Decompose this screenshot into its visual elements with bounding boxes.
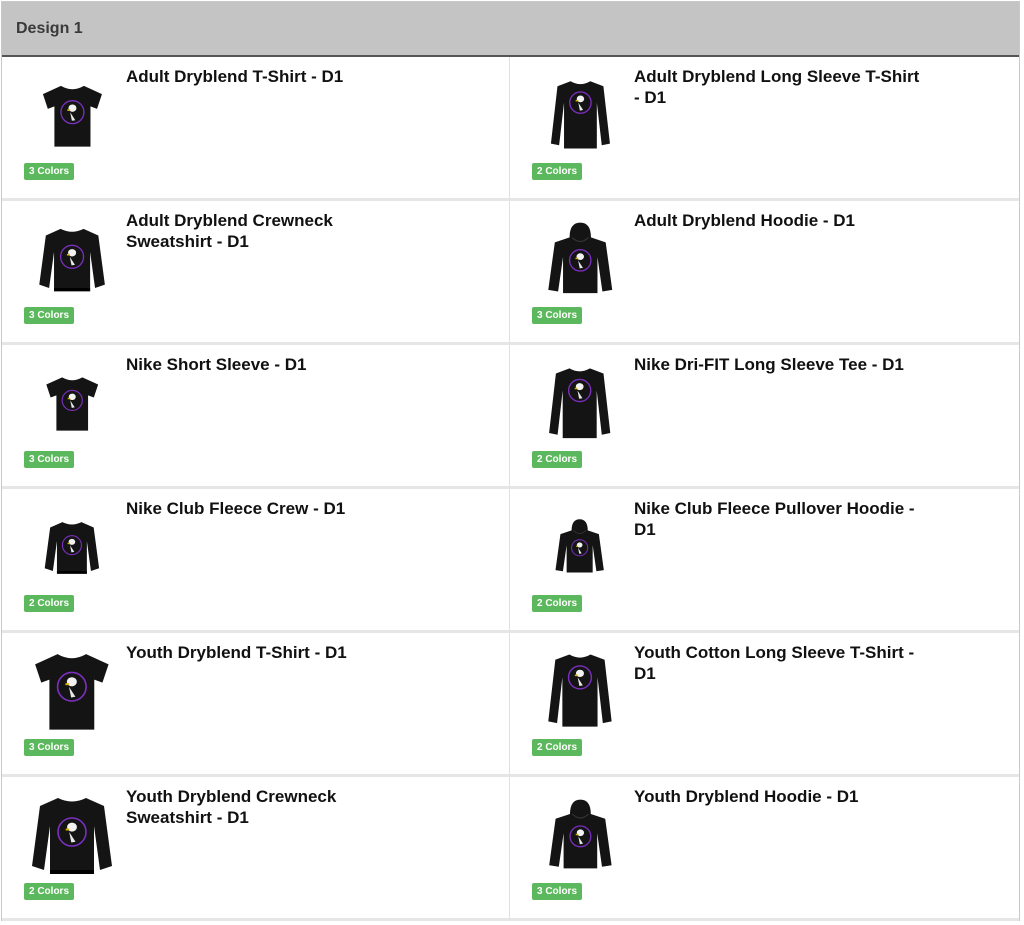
- product-card[interactable]: Nike Club Fleece Crew - D1 2 Colors: [2, 489, 510, 633]
- colors-badge: 3 Colors: [24, 451, 75, 468]
- product-card[interactable]: Youth Dryblend T-Shirt - D1 3 Colors: [2, 633, 510, 777]
- colors-badge: 3 Colors: [532, 307, 583, 324]
- product-image[interactable]: [24, 787, 120, 883]
- product-card[interactable]: Youth Dryblend Hoodie - D1 3 Colors: [510, 777, 1019, 921]
- product-image[interactable]: [24, 643, 120, 739]
- product-title[interactable]: Youth Dryblend T-Shirt - D1: [126, 642, 386, 663]
- colors-badge: 2 Colors: [532, 163, 583, 180]
- crewneck-icon: [44, 521, 100, 574]
- product-title[interactable]: Youth Dryblend Hoodie - D1: [634, 786, 924, 807]
- colors-badge: 3 Colors: [24, 739, 75, 756]
- product-card[interactable]: Nike Club Fleece Pullover Hoodie - D1 2 …: [510, 489, 1019, 633]
- product-card[interactable]: Adult Dryblend Long Sleeve T-Shirt - D1 …: [510, 57, 1019, 201]
- product-title[interactable]: Adult Dryblend Hoodie - D1: [634, 210, 924, 231]
- product-image[interactable]: [24, 355, 120, 451]
- colors-badge: 2 Colors: [532, 451, 583, 468]
- panel-header: Design 1: [2, 2, 1019, 57]
- product-image[interactable]: [24, 499, 120, 595]
- colors-badge: 2 Colors: [532, 739, 583, 756]
- tshirt-icon: [35, 654, 109, 730]
- hoodie-icon: [555, 519, 605, 574]
- product-image[interactable]: [532, 787, 628, 883]
- product-title[interactable]: Adult Dryblend Crewneck Sweatshirt - D1: [126, 210, 386, 252]
- product-card[interactable]: Youth Cotton Long Sleeve T-Shirt - D1 2 …: [510, 633, 1019, 777]
- product-grid: Adult Dryblend T-Shirt - D1 3 Colors Adu…: [2, 57, 1019, 921]
- hoodie-icon: [548, 799, 612, 869]
- colors-badge: 3 Colors: [24, 307, 75, 324]
- product-card[interactable]: Adult Dryblend Crewneck Sweatshirt - D1 …: [2, 201, 510, 345]
- product-image[interactable]: [532, 211, 628, 307]
- panel-title: Design 1: [16, 19, 83, 37]
- colors-badge: 3 Colors: [24, 163, 75, 180]
- product-title[interactable]: Nike Short Sleeve - D1: [126, 354, 386, 375]
- colors-badge: 3 Colors: [532, 883, 583, 900]
- hoodie-icon: [548, 222, 612, 294]
- design-panel: Design 1 Adult Dryblend T-Shirt - D1 3 C…: [1, 1, 1020, 921]
- product-card[interactable]: Adult Dryblend Hoodie - D1 3 Colors: [510, 201, 1019, 345]
- colors-badge: 2 Colors: [24, 883, 75, 900]
- product-title[interactable]: Adult Dryblend Long Sleeve T-Shirt - D1: [634, 66, 924, 108]
- longsleeve-icon: [548, 654, 612, 728]
- longsleeve-icon: [549, 368, 611, 438]
- product-title[interactable]: Nike Club Fleece Pullover Hoodie - D1: [634, 498, 924, 540]
- product-image[interactable]: [24, 67, 120, 163]
- colors-badge: 2 Colors: [532, 595, 583, 612]
- tshirt-icon: [42, 85, 102, 147]
- product-image[interactable]: [532, 643, 628, 739]
- product-title[interactable]: Youth Dryblend Crewneck Sweatshirt - D1: [126, 786, 386, 828]
- longsleeve-icon: [550, 81, 610, 149]
- product-title[interactable]: Nike Dri-FIT Long Sleeve Tee - D1: [634, 354, 924, 375]
- product-title[interactable]: Adult Dryblend T-Shirt - D1: [126, 66, 386, 87]
- product-title[interactable]: Nike Club Fleece Crew - D1: [126, 498, 386, 519]
- product-card[interactable]: Youth Dryblend Crewneck Sweatshirt - D1 …: [2, 777, 510, 921]
- product-image[interactable]: [532, 355, 628, 451]
- crewneck-icon: [39, 228, 105, 291]
- colors-badge: 2 Colors: [24, 595, 75, 612]
- tshirt-icon: [46, 377, 98, 431]
- crewneck-icon: [32, 798, 112, 874]
- product-image[interactable]: [532, 67, 628, 163]
- product-card[interactable]: Adult Dryblend T-Shirt - D1 3 Colors: [2, 57, 510, 201]
- product-title[interactable]: Youth Cotton Long Sleeve T-Shirt - D1: [634, 642, 924, 684]
- product-image[interactable]: [532, 499, 628, 595]
- product-card[interactable]: Nike Short Sleeve - D1 3 Colors: [2, 345, 510, 489]
- product-image[interactable]: [24, 211, 120, 307]
- product-card[interactable]: Nike Dri-FIT Long Sleeve Tee - D1 2 Colo…: [510, 345, 1019, 489]
